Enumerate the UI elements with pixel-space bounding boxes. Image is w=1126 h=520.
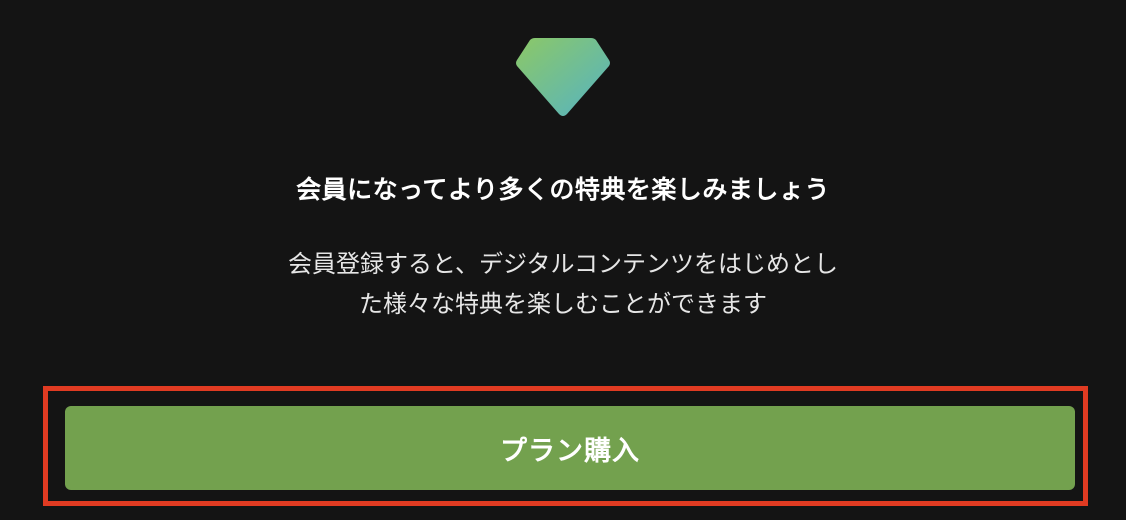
promo-description-line-1: 会員登録すると、デジタルコンテンツをはじめとし xyxy=(287,250,839,278)
diamond-icon xyxy=(516,38,610,116)
purchase-plan-button[interactable]: プラン購入 xyxy=(65,406,1075,490)
promo-headline: 会員になってより多くの特典を楽しみましょう xyxy=(296,175,830,204)
promo-description: 会員登録すると、デジタルコンテンツをはじめとし た様々な特典を楽しむことができま… xyxy=(0,244,1126,324)
gem-container xyxy=(0,30,1126,120)
promo-description-line-2: た様々な特典を楽しむことができます xyxy=(359,290,767,318)
